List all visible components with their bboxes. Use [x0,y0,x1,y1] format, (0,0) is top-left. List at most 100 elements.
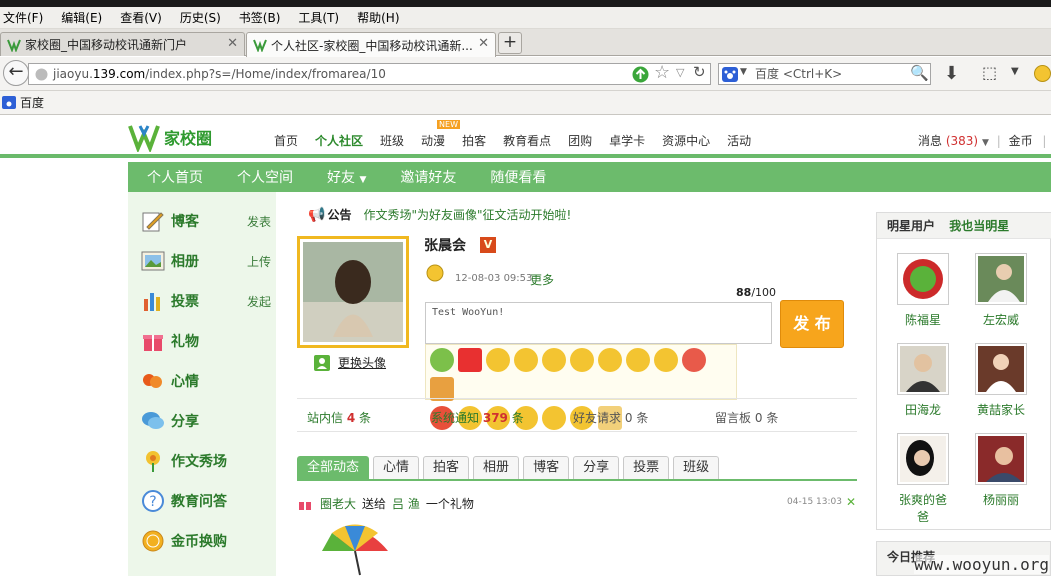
emoji-8-icon[interactable] [626,348,650,372]
star-name[interactable]: 陈福星 [895,311,951,328]
star-user[interactable]: 黄喆家长 [973,343,1029,418]
sidebar-item-qa[interactable]: ? 教育问答 [141,486,273,516]
close-tab-icon[interactable]: ✕ [478,36,489,51]
go-arrow-icon[interactable] [632,66,649,83]
emoji-lips-icon[interactable] [458,348,482,372]
sidebar-item-gift[interactable]: 礼物 [141,326,273,356]
menu-file[interactable]: 文件(F) [3,9,43,26]
subnav-space[interactable]: 个人空间 [237,167,293,187]
engine-dropdown-icon[interactable]: ▼ [740,67,747,77]
messages-dropdown-icon[interactable]: ▼ [982,138,989,148]
nav-education[interactable]: 教育看点 [503,132,551,149]
addon-face-icon[interactable] [1034,65,1051,82]
sidebar-item-coins[interactable]: 金币换购 [141,526,273,556]
star-user[interactable]: 张爽的爸爸 [895,433,951,525]
nav-resources[interactable]: 资源中心 [662,132,710,149]
emoji-3-icon[interactable] [486,348,510,372]
new-tab-button[interactable]: + [498,32,522,54]
star-user[interactable]: 陈福星 [895,253,951,328]
tab-vote[interactable]: 投票 [623,456,670,480]
sidebar-item-essay[interactable]: 作文秀场 [141,446,273,476]
nav-class[interactable]: 班级 [380,132,404,149]
sidebar-item-share[interactable]: 分享 [141,406,273,436]
avatar-frame[interactable] [297,236,409,348]
nav-anime[interactable]: NEW 动漫 [421,120,460,149]
album-upload-link[interactable]: 上传 [247,253,271,270]
feed-target[interactable]: 吕 渔 [392,495,420,512]
tab-all[interactable]: 全部动态 [297,456,370,480]
menu-history[interactable]: 历史(S) [180,9,221,26]
become-star-link[interactable]: 我也当明星 [949,219,1009,233]
close-tab-icon[interactable]: ✕ [227,36,238,51]
messages-link[interactable]: 消息 [918,134,942,148]
tab-paike[interactable]: 拍客 [423,456,470,480]
emoji-5-icon[interactable] [542,348,566,372]
tab-blog[interactable]: 博客 [523,456,570,480]
menu-edit[interactable]: 编辑(E) [61,9,102,26]
bookmark-baidu[interactable]: 百度 [20,94,44,111]
menu-tools[interactable]: 工具(T) [298,9,339,26]
menu-view[interactable]: 查看(V) [120,9,162,26]
coins-link[interactable]: 金币 [1009,134,1033,148]
emoji-6-icon[interactable] [570,348,594,372]
subnav-browse[interactable]: 随便看看 [490,167,546,187]
stat-messages[interactable]: 站内信 4 条 [307,409,371,426]
subnav-invite[interactable]: 邀请好友 [400,167,456,187]
tab-album[interactable]: 相册 [473,456,520,480]
tab-class[interactable]: 班级 [673,456,720,480]
notice-link[interactable]: 作文秀场"为好友画像"征文活动开始啦! [363,206,571,223]
vote-start-link[interactable]: 发起 [247,293,271,310]
screenshot-icon[interactable]: ⬚ [982,63,997,82]
sidebar-item-mood[interactable]: 心情 [141,366,273,396]
star-name[interactable]: 田海龙 [895,401,951,418]
star-user[interactable]: 田海龙 [895,343,951,418]
emoji-10-icon[interactable] [682,348,706,372]
subnav-home[interactable]: 个人首页 [147,167,203,187]
site-logo[interactable]: 家校圈 [128,122,212,152]
sidebar-item-blog[interactable]: 博客 发表 [141,206,273,236]
status-textarea[interactable]: Test WooYun! [425,302,772,344]
star-name[interactable]: 左宏威 [973,311,1029,328]
emoji-4-icon[interactable] [514,348,538,372]
url-bar[interactable]: jiaoyu.139.com/index.php?s=/Home/index/f… [28,63,711,85]
nav-community[interactable]: 个人社区 [315,132,363,149]
nav-groupbuy[interactable]: 团购 [568,132,592,149]
sidebar-item-vote[interactable]: 投票 发起 [141,286,273,316]
tab-mood[interactable]: 心情 [373,456,420,480]
menu-bookmarks[interactable]: 书签(B) [239,9,281,26]
reload-icon[interactable]: ↻ [693,63,706,81]
menu-dropdown-icon[interactable]: ▼ [1011,66,1019,77]
back-button[interactable]: ← [3,60,29,86]
nav-home[interactable]: 首页 [274,132,298,149]
search-input[interactable]: 百度 <Ctrl+K> [718,63,931,85]
emoji-face-icon[interactable] [425,264,445,282]
change-avatar-link[interactable]: 更换头像 [338,354,386,371]
star-name[interactable]: 张爽的爸爸 [895,491,951,525]
emoji-7-icon[interactable] [598,348,622,372]
emoji-9-icon[interactable] [654,348,678,372]
search-magnifier-icon[interactable]: 🔍 [910,64,929,82]
emoji-1-icon[interactable] [430,348,454,372]
sidebar-item-album[interactable]: 相册 上传 [141,246,273,276]
star-user[interactable]: 左宏威 [973,253,1029,328]
blog-post-link[interactable]: 发表 [247,213,271,230]
stat-notifications[interactable]: 系统通知 379 条 [431,409,524,426]
stat-friend-requests[interactable]: 好友请求 0 条 [573,409,648,426]
dropdown-arrow-icon[interactable]: ▽ [676,66,684,79]
star-name[interactable]: 黄喆家长 [973,401,1029,418]
menu-help[interactable]: 帮助(H) [357,9,399,26]
nav-paike[interactable]: 拍客 [462,132,486,149]
change-avatar[interactable]: 更换头像 [314,354,386,371]
browser-tab-1[interactable]: 家校圈_中国移动校讯通新门户 ✕ [0,32,245,56]
nav-activity[interactable]: 活动 [727,132,751,149]
more-link[interactable]: 更多 [530,271,554,288]
tab-share[interactable]: 分享 [573,456,620,480]
browser-tab-2[interactable]: 个人社区-家校圈_中国移动校讯通新... ✕ [246,32,496,57]
nav-card[interactable]: 卓学卡 [609,132,645,149]
publish-button[interactable]: 发 布 [780,300,844,348]
feed-user[interactable]: 圈老大 [320,495,356,512]
download-icon[interactable]: ⬇ [944,63,959,84]
bookmark-star-icon[interactable]: ☆ [654,62,670,83]
delete-icon[interactable]: ✕ [846,495,856,509]
stat-guestbook[interactable]: 留言板 0 条 [715,409,778,426]
